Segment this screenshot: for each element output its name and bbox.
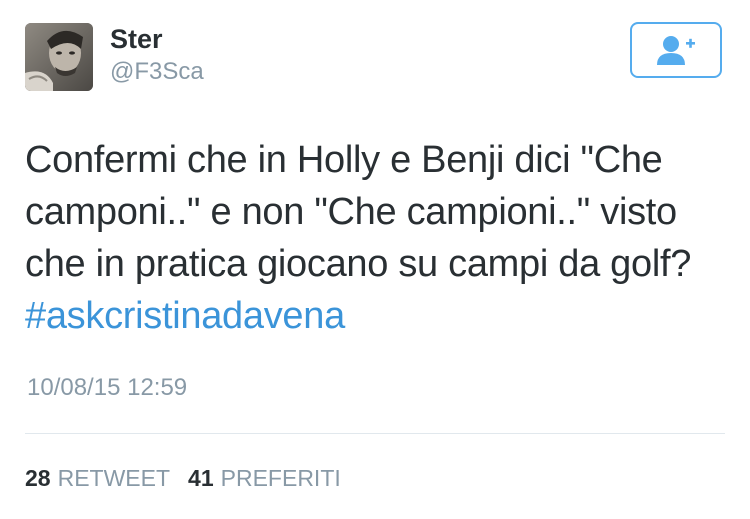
tweet-card: Ster @F3Sca Confermi che in Holly e Benj…	[0, 0, 750, 519]
avatar-image	[25, 23, 93, 91]
retweet-count: 28	[25, 465, 51, 491]
user-handle[interactable]: @F3Sca	[110, 57, 204, 87]
divider	[25, 433, 725, 434]
user-display-name[interactable]: Ster	[110, 22, 163, 56]
retweets-stat[interactable]: 28 RETWEET	[25, 463, 170, 493]
tweet-text: Confermi che in Holly e Benji dici "Che …	[25, 134, 730, 342]
avatar[interactable]	[25, 23, 93, 91]
follow-button[interactable]	[630, 22, 722, 78]
favorite-count: 41	[188, 465, 214, 491]
hashtag-link[interactable]: #askcristinadavena	[25, 295, 345, 337]
favorites-stat[interactable]: 41 PREFERITI	[188, 463, 341, 493]
tweet-stats: 28 RETWEET 41 PREFERITI	[25, 463, 341, 493]
retweet-label: RETWEET	[57, 465, 171, 491]
tweet-body-text: Confermi che in Holly e Benji dici "Che …	[25, 139, 692, 285]
favorite-label: PREFERITI	[220, 465, 341, 491]
add-user-icon	[657, 36, 695, 65]
tweet-timestamp: 10/08/15 12:59	[27, 374, 188, 401]
